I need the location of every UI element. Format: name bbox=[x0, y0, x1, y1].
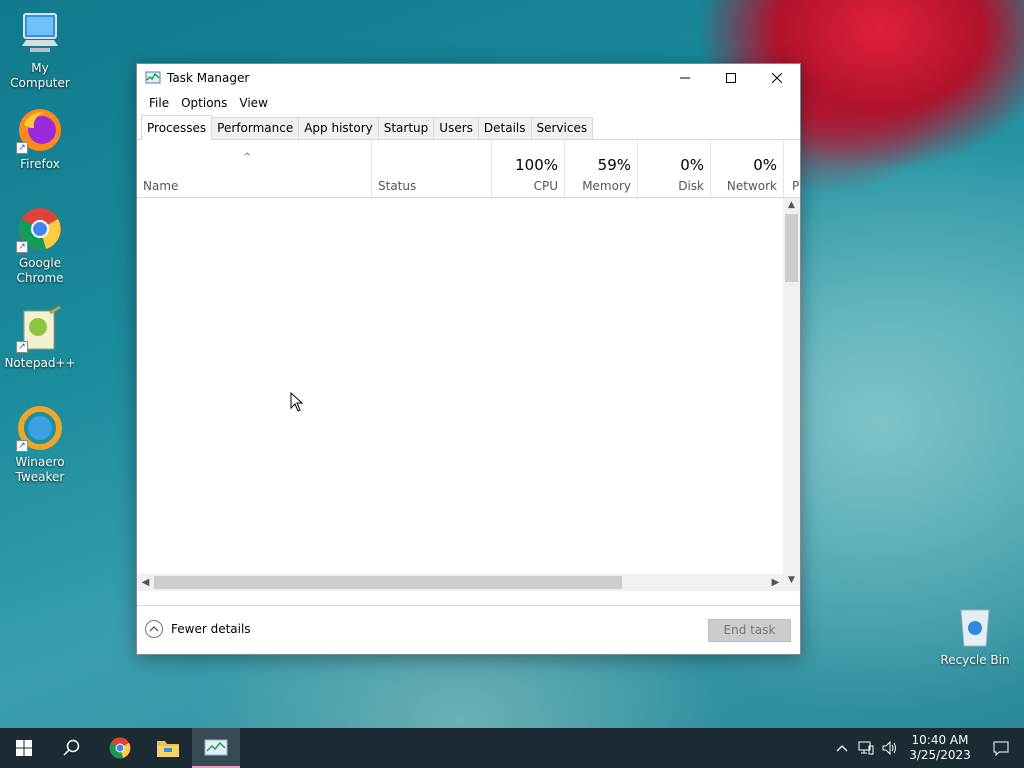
desktop-icon-recycle-bin[interactable]: Recycle Bin bbox=[935, 602, 1015, 668]
taskbar-task-manager[interactable] bbox=[192, 728, 240, 768]
chrome-icon bbox=[109, 737, 131, 759]
desktop-icon-google-chrome[interactable]: ↗ Google Chrome bbox=[0, 205, 80, 286]
shortcut-arrow-icon: ↗ bbox=[16, 341, 28, 353]
column-cpu[interactable]: 100% CPU bbox=[491, 140, 564, 197]
taskbar: 10:40 AM 3/25/2023 bbox=[0, 728, 1024, 768]
clock-date: 3/25/2023 bbox=[909, 748, 971, 762]
firefox-icon: ↗ bbox=[16, 106, 64, 154]
tab-app-history[interactable]: App history bbox=[298, 117, 379, 139]
computer-icon bbox=[16, 10, 64, 58]
speaker-icon bbox=[882, 741, 896, 755]
menu-options[interactable]: Options bbox=[175, 96, 233, 110]
winaero-tweaker-icon: ↗ bbox=[16, 404, 64, 452]
tab-performance[interactable]: Performance bbox=[211, 117, 300, 139]
title-bar[interactable]: Task Manager bbox=[137, 64, 800, 92]
tab-processes[interactable]: Processes bbox=[141, 115, 213, 140]
folder-icon bbox=[157, 741, 179, 757]
taskbar-clock[interactable]: 10:40 AM 3/25/2023 bbox=[902, 733, 978, 763]
vertical-scroll-thumb[interactable] bbox=[785, 214, 798, 282]
network-status-button[interactable] bbox=[854, 728, 878, 768]
desktop-icon-firefox[interactable]: ↗ Firefox bbox=[0, 106, 80, 172]
fewer-details-button[interactable]: Fewer details bbox=[145, 620, 251, 638]
taskbar-chrome[interactable] bbox=[96, 728, 144, 768]
scroll-right-icon[interactable]: ▶ bbox=[767, 574, 784, 591]
close-icon bbox=[772, 73, 782, 83]
maximize-button[interactable] bbox=[708, 64, 754, 92]
desktop-icon-label: Recycle Bin bbox=[940, 653, 1010, 667]
volume-button[interactable] bbox=[878, 728, 902, 768]
desktop-icon-label: Google Chrome bbox=[16, 256, 64, 285]
column-memory[interactable]: 59% Memory bbox=[564, 140, 637, 197]
task-manager-window: Task Manager File Options View Processes… bbox=[136, 63, 801, 655]
shortcut-arrow-icon: ↗ bbox=[16, 241, 28, 253]
shortcut-arrow-icon: ↗ bbox=[16, 440, 28, 452]
scroll-left-icon[interactable]: ◀ bbox=[137, 574, 154, 591]
notification-icon bbox=[993, 741, 1009, 756]
maximize-icon bbox=[726, 73, 736, 83]
desktop-icon-label: Notepad++ bbox=[4, 356, 76, 370]
chevron-up-icon bbox=[836, 745, 848, 752]
system-tray: 10:40 AM 3/25/2023 bbox=[830, 728, 1024, 768]
desktop-icon-label: Winaero Tweaker bbox=[15, 455, 65, 484]
window-title: Task Manager bbox=[167, 71, 250, 85]
horizontal-scrollbar[interactable]: ◀ ▶ bbox=[137, 574, 785, 591]
mouse-cursor-icon bbox=[290, 391, 304, 415]
tab-users[interactable]: Users bbox=[433, 117, 479, 139]
show-hidden-icons-button[interactable] bbox=[830, 728, 854, 768]
desktop-icon-label: Firefox bbox=[20, 157, 60, 171]
shortcut-arrow-icon: ↗ bbox=[16, 142, 28, 154]
windows-logo-icon bbox=[16, 740, 32, 756]
disk-usage-value: 0% bbox=[680, 156, 704, 174]
scroll-down-icon[interactable]: ▼ bbox=[783, 575, 800, 589]
vertical-scrollbar[interactable]: ▲ ▼ bbox=[783, 198, 800, 591]
cpu-usage-value: 100% bbox=[515, 156, 558, 174]
minimize-button[interactable] bbox=[662, 64, 708, 92]
recycle-bin-icon bbox=[951, 602, 999, 650]
desktop-icon-my-computer[interactable]: My Computer bbox=[0, 10, 80, 91]
column-name[interactable]: ^ Name bbox=[137, 140, 371, 197]
column-status[interactable]: Status bbox=[371, 140, 491, 197]
minimize-icon bbox=[680, 77, 690, 79]
menu-file[interactable]: File bbox=[143, 96, 175, 110]
task-manager-icon bbox=[204, 739, 228, 756]
search-icon bbox=[63, 739, 80, 756]
desktop-icon-winaero-tweaker[interactable]: ↗ Winaero Tweaker bbox=[0, 404, 80, 485]
start-button[interactable] bbox=[0, 728, 48, 768]
horizontal-scroll-thumb[interactable] bbox=[154, 576, 622, 589]
clock-time: 10:40 AM bbox=[911, 733, 969, 747]
column-network[interactable]: 0% Network bbox=[710, 140, 783, 197]
memory-usage-value: 59% bbox=[597, 156, 631, 174]
tab-services[interactable]: Services bbox=[530, 117, 594, 139]
column-disk[interactable]: 0% Disk bbox=[637, 140, 710, 197]
tab-strip: Processes Performance App history Startu… bbox=[137, 114, 800, 140]
network-icon bbox=[858, 741, 874, 755]
end-task-button[interactable]: End task bbox=[708, 619, 791, 642]
close-button[interactable] bbox=[754, 64, 800, 92]
process-list[interactable]: ▲ ▼ ◀ ▶ bbox=[137, 198, 800, 591]
search-button[interactable] bbox=[48, 728, 96, 768]
task-manager-icon bbox=[145, 70, 161, 86]
taskbar-file-explorer[interactable] bbox=[144, 728, 192, 768]
fewer-details-label: Fewer details bbox=[171, 622, 251, 636]
network-usage-value: 0% bbox=[753, 156, 777, 174]
menu-bar: File Options View bbox=[137, 92, 800, 114]
menu-view[interactable]: View bbox=[233, 96, 273, 110]
tab-details[interactable]: Details bbox=[477, 117, 532, 139]
chrome-icon: ↗ bbox=[16, 205, 64, 253]
sort-up-icon: ^ bbox=[243, 152, 252, 163]
notepad-plus-plus-icon: ↗ bbox=[16, 305, 64, 353]
scroll-up-icon[interactable]: ▲ bbox=[783, 200, 800, 214]
column-headers: ^ Name Status 100% CPU 59% Memory 0% Dis… bbox=[137, 140, 800, 198]
desktop-icon-notepad-plus-plus[interactable]: ↗ Notepad++ bbox=[0, 305, 80, 371]
action-center-button[interactable] bbox=[978, 728, 1024, 768]
desktop-icon-label: My Computer bbox=[10, 61, 70, 90]
column-power[interactable]: P bbox=[783, 140, 800, 197]
tab-startup[interactable]: Startup bbox=[377, 117, 435, 139]
chevron-up-icon bbox=[145, 620, 163, 638]
window-footer: Fewer details End task bbox=[137, 605, 800, 654]
